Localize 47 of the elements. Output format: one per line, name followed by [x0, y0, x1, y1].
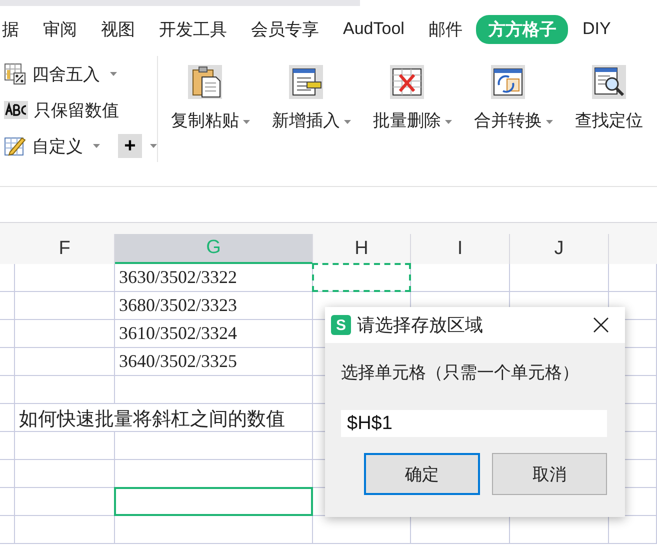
ribbon-button[interactable]: 自定义 — [4, 134, 100, 158]
cell-text: 3630/3502/3322 — [119, 267, 238, 288]
grid-cell — [0, 348, 15, 376]
grid-cell — [0, 516, 15, 544]
ribbon-button[interactable]: 新增插入 — [272, 62, 351, 132]
ribbon-tab[interactable]: 据 — [2, 16, 19, 42]
grid-cell — [0, 264, 15, 292]
grid-cell — [609, 264, 657, 292]
ribbon-button[interactable]: 复制粘贴 — [171, 62, 250, 132]
ribbon-button[interactable]: 查找定位 — [575, 62, 643, 132]
ribbon-button[interactable]: 四舍五入 — [4, 62, 117, 86]
cell-text: 3610/3502/3324 — [119, 323, 238, 344]
close-button[interactable] — [593, 317, 609, 333]
dialog-title: 请选择存放区域 — [357, 314, 484, 337]
ribbon-tab[interactable]: AudTool — [343, 17, 404, 41]
cell-text: 3680/3502/3323 — [119, 295, 238, 316]
magnifier-document-icon — [592, 65, 626, 99]
cell-reference-field[interactable]: $H$1 — [341, 410, 607, 437]
table-percent-icon — [4, 63, 26, 85]
cell-text: 3640/3502/3325 — [119, 351, 238, 372]
grid-cell — [0, 460, 15, 488]
pencil-table-icon — [4, 135, 26, 157]
app-logo: S — [331, 315, 351, 335]
ribbon-tab[interactable]: 会员专享 — [251, 16, 319, 42]
grid-cell — [0, 376, 15, 404]
ribbon-tab[interactable]: DIY — [582, 17, 611, 41]
dialog-button[interactable]: 取消 — [492, 453, 607, 495]
field-label: 选择单元格（只需一个单元格） — [341, 362, 580, 384]
ribbon-button[interactable]: 批量删除 — [373, 62, 452, 132]
merge-grid-icon — [491, 65, 525, 99]
ribbon-tab[interactable]: 邮件 — [428, 16, 462, 42]
delete-grid-icon — [390, 65, 424, 99]
ribbon-button[interactable]: 只保留数值 — [4, 98, 119, 122]
grid-cell — [0, 320, 15, 348]
clipboard-icon — [188, 65, 222, 99]
cell-text: 如何快速批量将斜杠之间的数值 — [19, 408, 285, 432]
ribbon-tab[interactable]: 视图 — [101, 16, 135, 42]
grid-cell — [0, 432, 15, 460]
ribbon-button[interactable]: 合并转换 — [474, 62, 553, 132]
ribbon-tab[interactable]: 审阅 — [43, 16, 77, 42]
add-button[interactable]: + — [118, 134, 142, 158]
spelling-icon — [4, 101, 28, 119]
grid-cell — [0, 488, 15, 516]
dialog-button[interactable]: 确定 — [364, 453, 480, 495]
insert-row-icon — [289, 65, 323, 99]
grid-cell — [0, 292, 15, 320]
ribbon-tab[interactable]: 开发工具 — [159, 16, 227, 42]
